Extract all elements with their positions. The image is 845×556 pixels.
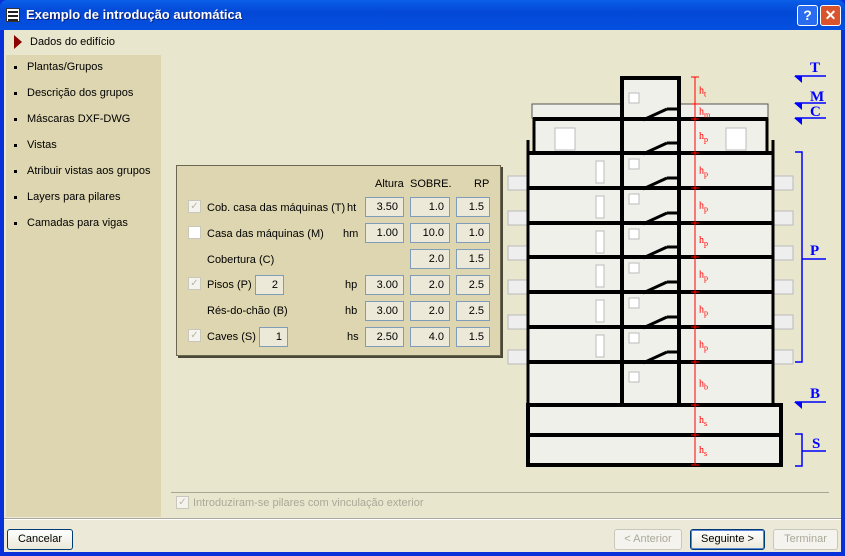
- balcony: [773, 314, 794, 330]
- level-label-C: C: [810, 104, 821, 120]
- balcony: [507, 349, 528, 365]
- ext-pillars-checkbox[interactable]: ✓ Introduziram-se pilares com vinculação…: [176, 496, 423, 509]
- window: [595, 334, 605, 358]
- level-label-P: P: [810, 243, 819, 259]
- level-arrow-icon: [794, 103, 802, 110]
- window: [628, 262, 640, 274]
- balcony: [773, 210, 794, 226]
- divider: [4, 518, 841, 520]
- window: [595, 264, 605, 288]
- balcony: [773, 349, 794, 365]
- level-label-M: M: [810, 89, 824, 105]
- window: [595, 160, 605, 184]
- window: [628, 371, 640, 383]
- cancel-button[interactable]: Cancelar: [7, 529, 73, 550]
- p-bracket: [795, 151, 803, 363]
- window: [595, 299, 605, 323]
- checkbox-ext-pillars[interactable]: ✓: [176, 496, 189, 509]
- window: [628, 228, 640, 240]
- level-arrow-icon: [794, 118, 802, 125]
- window: [628, 158, 640, 170]
- window: [628, 193, 640, 205]
- balcony: [773, 279, 794, 295]
- window: [595, 195, 605, 219]
- level-label-B: B: [810, 386, 820, 402]
- level-label-S: S: [812, 436, 820, 452]
- s-bracket: [795, 433, 803, 467]
- next-button[interactable]: Seguinte >: [690, 529, 765, 550]
- window: [628, 332, 640, 344]
- level-arrow-icon: [794, 402, 802, 409]
- balcony: [507, 210, 528, 226]
- balcony: [773, 245, 794, 261]
- divider: [171, 492, 829, 493]
- window: [628, 297, 640, 309]
- balcony: [773, 175, 794, 191]
- window: [595, 230, 605, 254]
- dimension-label: ht: [699, 86, 707, 99]
- balcony: [507, 279, 528, 295]
- finish-button[interactable]: Terminar: [773, 529, 838, 550]
- stair-core: [621, 77, 680, 405]
- window: [554, 127, 576, 151]
- balcony: [507, 314, 528, 330]
- wizard-window: Exemplo de introdução automática ? ✕ Dad…: [0, 0, 845, 556]
- window: [628, 92, 640, 104]
- building-section-diagram: hthmhphphphphphphphbhshsTMCBPS: [507, 60, 826, 467]
- window: [725, 127, 747, 151]
- level-label-T: T: [810, 60, 820, 76]
- balcony: [507, 175, 528, 191]
- previous-button[interactable]: < Anterior: [614, 529, 682, 550]
- level-arrow-icon: [794, 76, 802, 83]
- ext-pillars-label: Introduziram-se pilares com vinculação e…: [193, 496, 424, 509]
- balcony: [507, 245, 528, 261]
